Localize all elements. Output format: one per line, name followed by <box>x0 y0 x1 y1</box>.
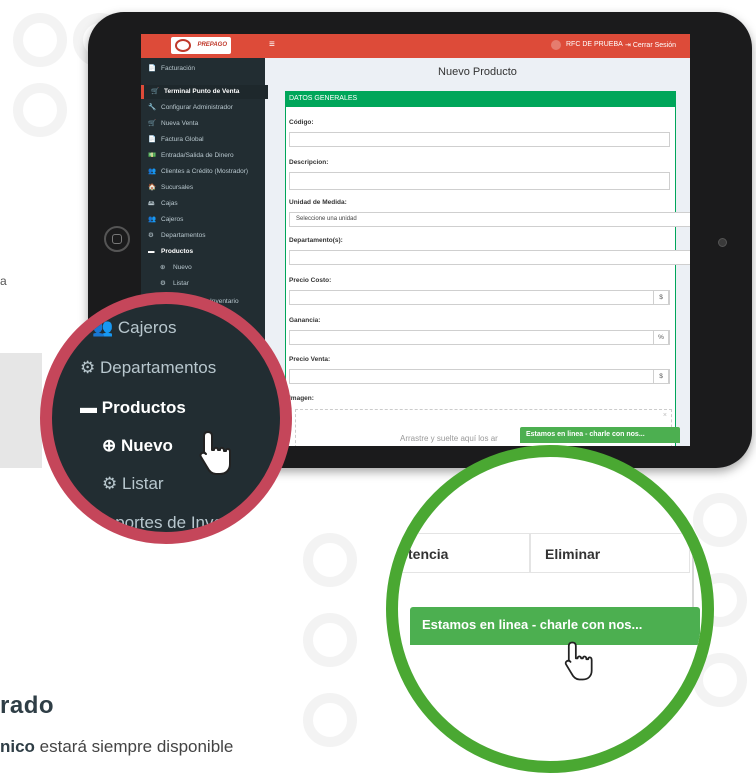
cubes-icon: ⚙ <box>148 232 154 239</box>
users-icon: 👥 <box>92 318 114 337</box>
sidebar-item-nueva-venta[interactable]: 🛒 Nueva Venta <box>141 117 265 131</box>
percent-addon: % <box>653 330 669 345</box>
sidebar-item-terminal[interactable]: 🛒 Terminal Punto de Venta <box>141 85 268 99</box>
codigo-input[interactable] <box>289 132 670 147</box>
sidebar-item-sucursales[interactable]: 🏠 Sucursales <box>141 181 265 195</box>
money-icon: 💵 <box>148 152 157 159</box>
ganancia-input[interactable]: % <box>289 330 670 345</box>
zoom-sidebar-item-departamentos[interactable]: ⚙ Departamentos <box>80 358 216 378</box>
sidebar-item-cajas[interactable]: 🖴 Cajas <box>141 197 265 211</box>
camera-icon <box>718 238 727 247</box>
table-header-eliminar: Eliminar <box>530 533 690 573</box>
zoom-sidebar-item-reportes[interactable]: ⛉ Reportes de Inve <box>76 513 223 532</box>
precio-costo-label: Precio Costo: <box>289 277 332 284</box>
panel-header: DATOS GENERALES <box>285 91 676 107</box>
left-gray-panel <box>0 353 42 468</box>
datos-generales-panel: DATOS GENERALES Código: Descripcion: Uni… <box>285 91 690 446</box>
sidebar-item-departamentos[interactable]: ⚙ Departamentos <box>141 229 265 243</box>
home-icon: 🏠 <box>148 184 157 191</box>
plus-circle-icon: ⊕ <box>160 264 166 271</box>
codigo-label: Código: <box>289 119 314 126</box>
menu-toggle-icon[interactable]: ≡ <box>269 39 275 50</box>
currency-addon: $ <box>653 290 669 305</box>
zoom-sidebar-item-productos[interactable]: ▬ Productos <box>80 398 186 418</box>
zoom-chat-button[interactable]: Estamos en linea - charle con nos... <box>410 607 700 645</box>
imagen-label: Imagen: <box>289 395 314 402</box>
descripcion-textarea[interactable] <box>289 172 670 190</box>
zoom-sidebar-item-nuevo[interactable]: ⊕ Nuevo <box>102 436 173 456</box>
document-icon: 📄 <box>148 136 157 143</box>
ganancia-label: Ganancia: <box>289 317 321 324</box>
sidebar-item-productos[interactable]: ▬ Productos <box>141 245 265 259</box>
wrench-icon: 🔧 <box>148 104 157 111</box>
sidebar-item-listar[interactable]: ⚙ Listar <box>141 277 277 291</box>
table-header-tencia: tencia <box>398 533 530 573</box>
precio-venta-label: Precio Venta: <box>289 356 331 363</box>
cubes-icon: ⚙ <box>160 280 166 287</box>
sidebar-item-nuevo[interactable]: ⊕ Nuevo <box>141 261 277 275</box>
pointer-hand-icon <box>564 641 593 681</box>
cubes-icon: ⚙ <box>80 358 96 377</box>
precio-venta-input[interactable]: $ <box>289 369 670 384</box>
zoom-chat-circle: tencia Eliminar Estamos en linea - charl… <box>386 445 714 773</box>
zoom-sidebar-item-listar[interactable]: ⚙ Listar <box>102 474 164 494</box>
sidebar-item-entrada-salida[interactable]: 💵 Entrada/Salida de Dinero <box>141 149 265 163</box>
dropzone-text: Arrastre y suelte aquí los ar <box>400 434 498 443</box>
plus-circle-icon: ⊕ <box>102 436 117 455</box>
departamento-label: Departamento(s): <box>289 237 343 244</box>
user-name[interactable]: RFC DE PRUEBA <box>566 41 623 48</box>
cubes-icon: ⚙ <box>102 474 118 493</box>
departamento-select[interactable] <box>289 250 690 265</box>
sidebar-item-configurar[interactable]: 🔧 Configurar Administrador <box>141 101 265 115</box>
document-icon: 📄 <box>148 65 157 72</box>
precio-costo-input[interactable]: $ <box>289 290 670 305</box>
unidad-select[interactable]: Seleccione una unidad <box>289 212 690 227</box>
zoom-sidebar-circle: 👥 Cajeros ⚙ Departamentos ▬ Productos ⊕ … <box>40 292 292 544</box>
bottom-description: nico estará siempre disponible <box>0 737 234 756</box>
sidebar-item-clientes[interactable]: 👥 Clientes a Crédito (Mostrador) <box>141 165 265 179</box>
cart-icon: 🛒 <box>148 120 157 127</box>
section-heading-fragment: rado <box>0 692 55 719</box>
main-content: Nuevo Producto DATOS GENERALES Código: D… <box>265 58 690 446</box>
pointer-hand-icon <box>199 431 231 475</box>
users-icon: 👥 <box>148 168 157 175</box>
drive-icon: 🖴 <box>148 200 155 207</box>
home-button-icon <box>104 226 130 252</box>
archive-icon: ▬ <box>80 398 97 417</box>
close-icon[interactable]: × <box>663 412 667 419</box>
left-text-fragment: a <box>0 274 7 288</box>
cart-icon: 🛒 <box>151 88 160 95</box>
shield-icon: ⛉ <box>76 513 89 532</box>
archive-icon: ▬ <box>148 248 155 255</box>
sidebar-item-factura-global[interactable]: 📄 Factura Global <box>141 133 265 147</box>
logout-button[interactable]: ⇥ Cerrar Sesión <box>625 41 676 49</box>
zoom-sidebar-item-cajeros[interactable]: 👥 Cajeros <box>92 318 177 338</box>
descripcion-label: Descripcion: <box>289 159 329 166</box>
brand-logo[interactable]: PREPAGO <box>171 37 231 54</box>
unidad-label: Unidad de Medida: <box>289 199 347 206</box>
user-avatar-icon <box>551 40 561 50</box>
top-navbar: PREPAGO ≡ RFC DE PRUEBA ⇥ Cerrar Sesión <box>141 34 690 58</box>
sidebar-item-facturacion[interactable]: 📄 Facturación <box>141 62 265 76</box>
sidebar-item-cajeros[interactable]: 👥 Cajeros <box>141 213 265 227</box>
currency-addon: $ <box>653 369 669 384</box>
page-title: Nuevo Producto <box>438 66 517 78</box>
users-icon: 👥 <box>148 216 157 223</box>
chat-widget-button[interactable]: Estamos en linea - charle con nos... <box>520 427 680 443</box>
